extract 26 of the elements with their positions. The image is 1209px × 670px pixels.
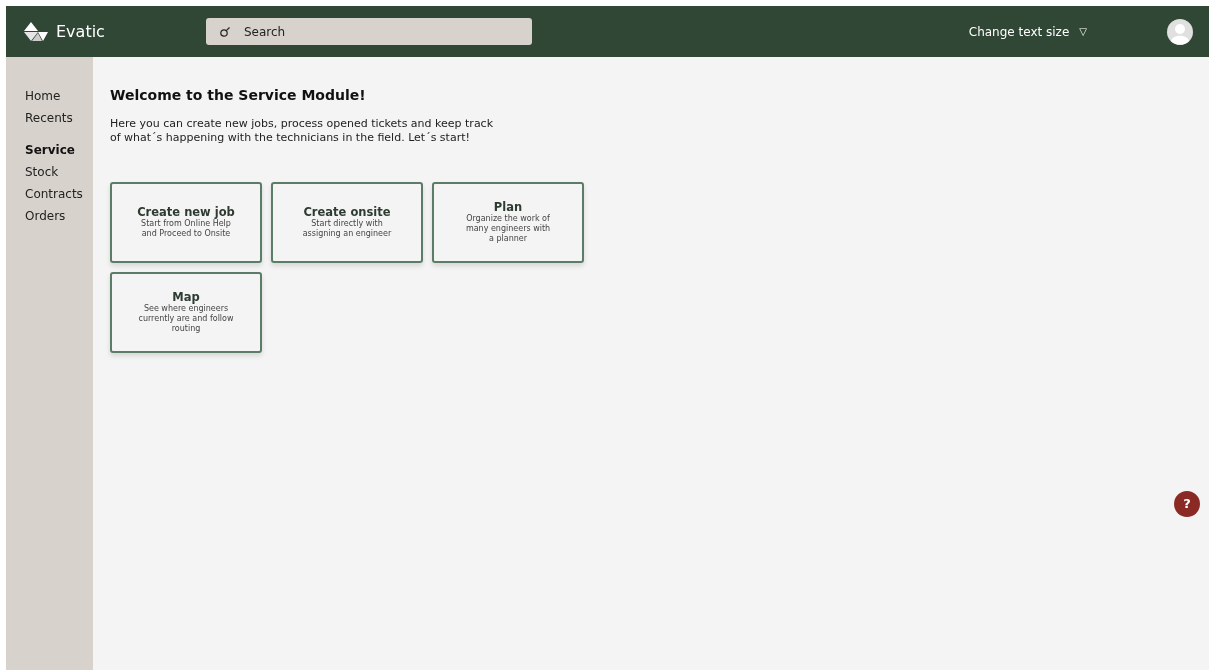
search-field[interactable]: Search (206, 18, 532, 45)
sidebar-item[interactable]: Recents (25, 107, 93, 129)
tile-description: Organize the work of many engineers with a planner (465, 214, 551, 245)
sidebar-item[interactable]: Contracts (25, 183, 93, 205)
tile-title: Map (172, 290, 200, 305)
tile-title: Plan (493, 200, 523, 215)
page-title: Welcome to the Service Module! (110, 87, 367, 104)
tile-description: See where engineers currently are and follow routing (138, 304, 234, 335)
brand-name: Evatic (56, 20, 106, 43)
module-tile[interactable]: Plan Organize the work of many engineers with a planner (432, 181, 584, 263)
tile-title: Create onsite (303, 205, 391, 220)
intro-text: Here you can create new jobs, process opened tickets and keep track of what´s happening with the technicians in the field. Let´s start! (110, 116, 495, 145)
avatar-icon[interactable] (1167, 18, 1193, 45)
tile-description: Start from Online Help and Proceed to Onsite (141, 219, 231, 240)
help-button[interactable]: ? (1174, 491, 1200, 517)
module-tile[interactable]: Create onsite Start directly with assigning an engineer (271, 181, 423, 263)
module-tile[interactable]: Create new job Start from Online Help and Proceed to Onsite (110, 181, 262, 263)
tile-description: Start directly with assigning an engineer (302, 219, 392, 240)
sidebar-item[interactable]: Stock (25, 161, 93, 183)
tile-title: Create new job (137, 205, 235, 220)
logo-icon (24, 21, 48, 42)
sidebar-item[interactable]: Orders (25, 205, 93, 227)
text-size-dropdown[interactable]: Change text size ▽ (968, 22, 1087, 41)
module-tile[interactable]: Map See where engineers currently are and follow routing (110, 271, 262, 353)
sidebar-item[interactable]: Service (25, 139, 93, 161)
sidebar-item[interactable]: Home (25, 85, 93, 107)
